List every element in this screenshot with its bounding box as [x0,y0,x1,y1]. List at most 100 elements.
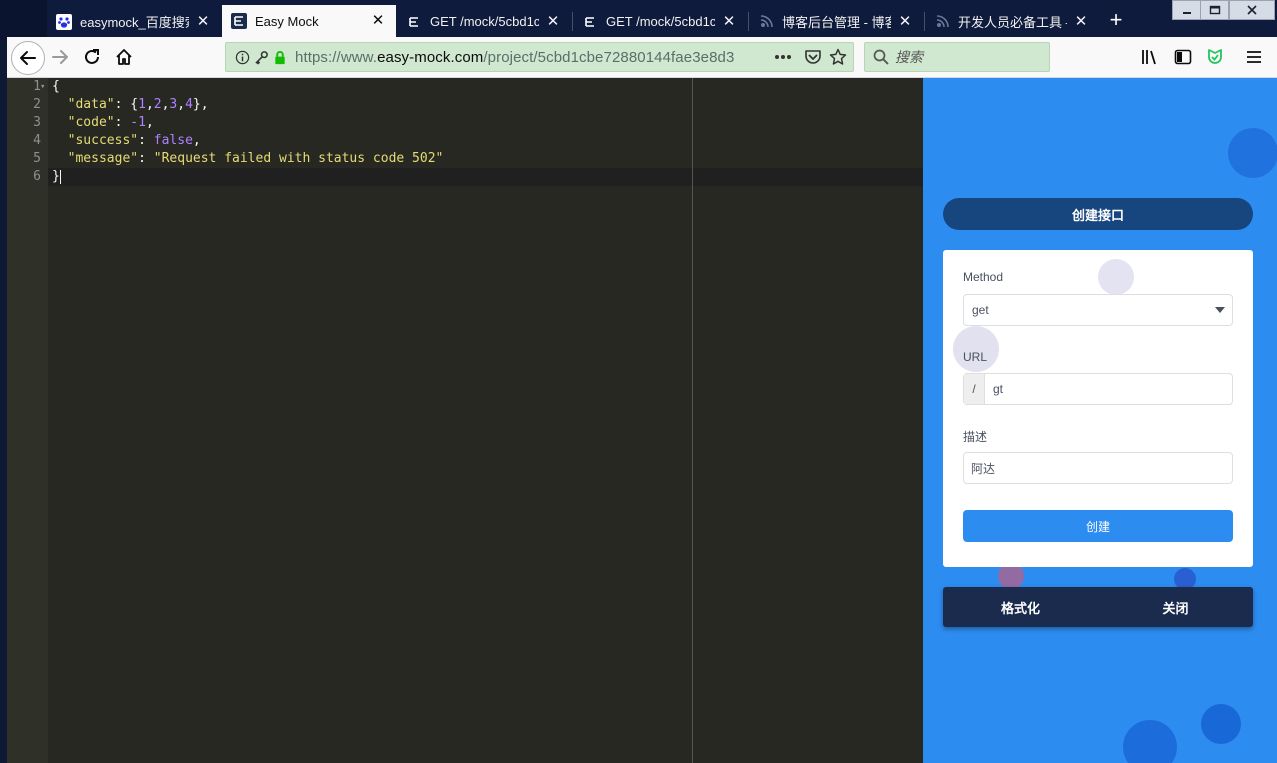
code-token: "success" [67,133,139,148]
code-editor[interactable]: 1 2 3 4 5 6 ▾ { "data": {1,2,3,4}, "code… [7,78,923,763]
easymock-icon [231,13,247,29]
code-token: false [153,133,193,148]
page-actions-icon[interactable] [774,50,792,64]
close-icon[interactable]: ✕ [1073,13,1089,30]
fold-arrow-icon[interactable]: ▾ [40,82,45,92]
description-input[interactable]: 阿达 [963,452,1233,484]
bookmark-star-icon[interactable] [829,48,847,66]
search-placeholder: 搜索 [895,49,923,65]
decorative-bubble [1228,128,1277,178]
window-close-button[interactable] [1229,0,1275,20]
code-token: { [52,79,60,94]
code-token: , [145,97,154,112]
code-line[interactable]: "data": {1,2,3,4}, [52,96,443,114]
close-x-icon [1247,5,1257,15]
code-token: 1 [138,97,146,112]
code-token: : { [114,97,139,112]
info-icon[interactable] [235,50,250,65]
tab-blog-admin[interactable]: 博客后台管理 - 博客园 ✕ [749,6,923,37]
tab-get-mock-2[interactable]: GET /mock/5cbd1cb ✕ [573,6,747,37]
library-icon [1142,50,1156,65]
code-token: "message" [67,151,139,166]
url-input[interactable]: gt [985,374,1003,404]
home-icon [116,49,132,65]
tab-get-mock-1[interactable]: GET /mock/5cbd1cb ✕ [397,6,571,37]
line-number: 3 [33,115,41,130]
arrow-right-icon [52,50,68,64]
search-bar[interactable]: 搜索 [864,42,1050,72]
decorative-bubble [1201,704,1241,744]
close-icon[interactable]: ✕ [195,13,211,30]
create-form: Method get URL / gt 描述 阿达 创建 [943,250,1253,567]
window-minimize-button[interactable] [1172,0,1201,20]
tab-easy-mock[interactable]: Easy Mock ✕ [222,5,396,37]
close-icon[interactable]: ✕ [897,13,913,30]
code-token: }, [192,97,209,112]
url-label: URL [963,350,988,364]
tab-title: 开发人员必备工具 — [958,15,1067,30]
decorative-bubble [1123,720,1177,763]
code-line[interactable]: "message": "Request failed with status c… [52,150,444,168]
library-button[interactable] [1135,42,1165,72]
code-token: , [192,133,201,148]
url-text[interactable]: https://www.easy-mock.com/project/5cbd1c… [295,49,734,66]
minimize-icon [1182,12,1191,14]
method-select[interactable]: get [963,294,1233,326]
url-host: easy-mock.com [377,48,484,66]
description-label: 描述 [963,430,988,444]
tab-dev-tools[interactable]: 开发人员必备工具 — ✕ [925,6,1099,37]
url-path: /project/5cbd1cbe72880144fae3e8d3 [483,48,735,66]
format-button[interactable]: 格式化 [943,587,1098,627]
code-line[interactable]: "success": false, [52,132,443,150]
tab-title: Easy Mock [255,13,319,29]
line-number: 6 [33,169,41,184]
sidebar-icon [1174,49,1192,65]
tab-title: 博客后台管理 - 博客园 [782,15,891,30]
pocket-icon[interactable] [804,48,822,66]
close-icon[interactable]: ✕ [721,13,737,30]
tab-title: GET /mock/5cbd1cb [430,14,539,29]
method-value: get [972,303,989,317]
text-cursor [60,170,61,184]
line-number: 2 [33,97,41,112]
print-margin [692,78,693,763]
menu-button[interactable] [1239,42,1269,72]
code-content[interactable]: { "data": {1,2,3,4}, "code": -1, "succes… [52,78,443,186]
code-line[interactable]: } [52,168,443,186]
new-tab-button[interactable]: + [1106,9,1126,31]
url-input-group[interactable]: / gt [963,373,1233,405]
tab-easymock-baidu[interactable]: easymock_百度搜索 ✕ [47,6,221,37]
arrow-left-icon [20,51,36,65]
close-icon[interactable]: ✕ [370,13,386,29]
create-button[interactable]: 创建 [963,510,1233,542]
url-bar[interactable]: https://www.easy-mock.com/project/5cbd1c… [225,42,854,72]
sidebar-button[interactable] [1168,42,1198,72]
close-panel-button[interactable]: 关闭 [1098,587,1253,627]
code-line[interactable]: { [52,78,443,96]
forward-button[interactable] [45,42,75,72]
line-number: 4 [33,133,41,148]
code-line[interactable]: "code": -1, [52,114,443,132]
baidu-paw-icon [56,13,72,30]
code-token: , [177,97,186,112]
window-maximize-button[interactable] [1200,0,1229,20]
decorative-bubble [953,326,999,372]
reload-button[interactable] [77,42,107,72]
lock-icon[interactable] [273,50,287,65]
code-token: 2 [153,97,162,112]
close-icon[interactable]: ✕ [545,13,561,30]
interface-panel: 创建接口 Method get URL / gt 描述 阿达 创建 格式化 关闭 [923,78,1277,763]
create-interface-title: 创建接口 [943,198,1253,230]
extension-button[interactable] [1200,42,1230,72]
home-button[interactable] [109,42,139,72]
cnblogs-icon [758,14,774,30]
key-icon[interactable] [254,50,269,65]
code-token: "data" [67,97,115,112]
window-edge [0,0,47,40]
code-token: , [145,115,154,130]
back-button[interactable] [11,41,45,75]
